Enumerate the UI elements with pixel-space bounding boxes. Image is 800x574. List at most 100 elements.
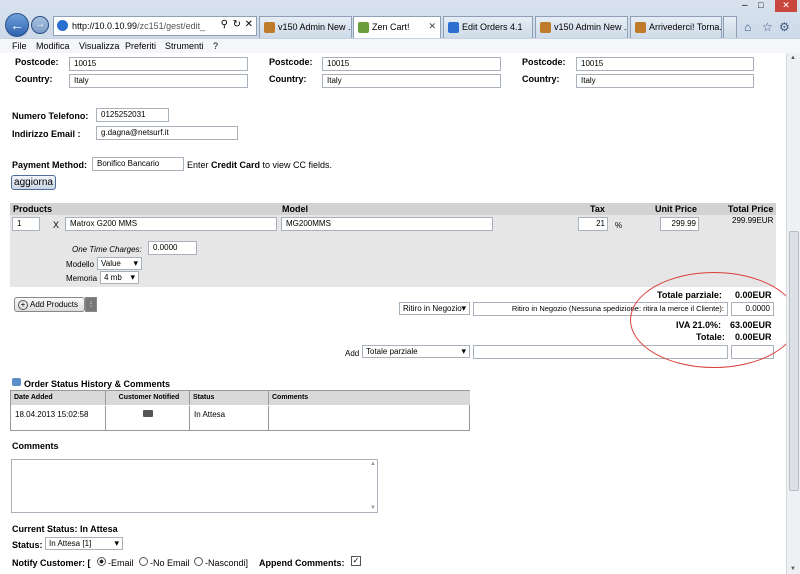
country-label-3: Country: xyxy=(522,74,560,84)
attr-memoria-select[interactable]: 4 mb xyxy=(100,271,139,284)
textarea-scroll-up-icon[interactable]: ▲ xyxy=(370,461,376,467)
postcode-field-2[interactable]: 10015 xyxy=(322,57,501,71)
history-cell-notified xyxy=(106,406,190,431)
page-scrollbar[interactable]: ▲ ▼ xyxy=(786,53,800,574)
email-radio[interactable] xyxy=(97,557,106,566)
tab-1[interactable]: v150 Admin New ... xyxy=(259,16,352,38)
menu-file[interactable]: File xyxy=(12,41,27,51)
comments-textarea[interactable]: ▲ ▼ xyxy=(11,459,378,513)
email-field[interactable]: g.dagna@netsurf.it xyxy=(96,126,238,140)
add-total-select[interactable]: Totale parziale xyxy=(362,345,470,358)
history-icon xyxy=(12,378,21,386)
history-title: Order Status History & Comments xyxy=(24,379,171,389)
tab-1-label: v150 Admin New ... xyxy=(278,22,352,32)
settings-gear-icon[interactable]: ⚙ xyxy=(779,20,790,34)
model-field[interactable]: MG200MMS xyxy=(281,217,493,231)
no-email-radio-label: -No Email xyxy=(150,558,190,568)
add-products-label: Add Products xyxy=(30,300,79,309)
scroll-up-icon[interactable]: ▲ xyxy=(790,55,796,61)
tab-5-icon xyxy=(635,22,646,33)
country-field-2[interactable]: Italy xyxy=(322,74,501,88)
tab-5-label: Arrivederci! Torna... xyxy=(649,22,722,32)
back-button[interactable]: ← xyxy=(5,13,29,37)
update-button[interactable]: aggiorna xyxy=(11,175,56,190)
highlight-ellipse xyxy=(630,272,786,368)
dropdown-toggle-icon[interactable]: ⋮ xyxy=(85,297,97,312)
postcode-field-1[interactable]: 10015 xyxy=(69,57,248,71)
country-label-2: Country: xyxy=(269,74,307,84)
refresh-icon[interactable]: ↻ xyxy=(233,19,241,30)
history-header-date: Date Added xyxy=(11,391,106,405)
tab-3[interactable]: Edit Orders 4.1 xyxy=(443,16,533,38)
attr-memoria-label: Memoria xyxy=(66,274,98,283)
country-field-3[interactable]: Italy xyxy=(576,74,754,88)
textarea-scroll-down-icon[interactable]: ▼ xyxy=(370,505,376,511)
maximize-icon[interactable]: □ xyxy=(758,0,763,10)
tab-5[interactable]: Arrivederci! Torna... xyxy=(630,16,722,38)
add-total-label: Add xyxy=(345,349,360,358)
scroll-down-icon[interactable]: ▼ xyxy=(790,566,796,572)
menu-visualizza[interactable]: Visualizza xyxy=(79,41,119,51)
menu-bar: File Modifica Visualizza Preferiti Strum… xyxy=(0,38,800,53)
products-header-label: Products xyxy=(13,204,53,214)
tab-1-icon xyxy=(264,22,275,33)
history-cell-comments xyxy=(269,406,470,431)
product-name-field[interactable]: Matrox G200 MMS xyxy=(65,217,277,231)
menu-modifica[interactable]: Modifica xyxy=(36,41,70,51)
close-tab-icon[interactable]: ✕ xyxy=(428,21,436,32)
total-price-value: 299.99EUR xyxy=(732,216,774,225)
tab-2-label: Zen Cart! xyxy=(372,22,410,32)
hide-radio[interactable] xyxy=(194,557,203,566)
unit-price-field[interactable]: 299.99 xyxy=(660,217,699,231)
country-field-1[interactable]: Italy xyxy=(69,74,248,88)
history-header-notified: Customer Notified xyxy=(106,391,190,405)
postcode-field-3[interactable]: 10015 xyxy=(576,57,754,71)
add-products-button[interactable]: + Add Products xyxy=(14,297,85,312)
cc-hint: Enter Credit Card to view CC fields. xyxy=(187,160,332,170)
new-tab[interactable] xyxy=(723,16,737,38)
menu-strumenti[interactable]: Strumenti xyxy=(165,41,204,51)
home-icon[interactable]: ⌂ xyxy=(744,20,751,34)
email-radio-label: -Email xyxy=(108,558,134,568)
cc-hint-post: to view CC fields. xyxy=(260,160,333,170)
search-icon[interactable]: ⚲ xyxy=(221,19,228,30)
no-email-radio[interactable] xyxy=(139,557,148,566)
menu-help[interactable]: ? xyxy=(213,41,218,51)
payment-method-field[interactable]: Bonifico Bancario xyxy=(92,157,184,171)
forward-button[interactable]: → xyxy=(31,16,49,34)
add-circle-icon: + xyxy=(18,300,28,310)
stop-icon[interactable]: ✕ xyxy=(245,19,253,30)
phone-field[interactable]: 0125252031 xyxy=(96,108,169,122)
attr-modello-select[interactable]: Value xyxy=(97,257,142,270)
times-sign: X xyxy=(53,220,60,230)
one-time-charges-field[interactable]: 0.0000 xyxy=(148,241,197,255)
scrollbar-thumb[interactable] xyxy=(789,231,799,491)
history-table: Date Added Customer Notified Status Comm… xyxy=(10,390,470,431)
address-path: /zc151/gest/edit_ xyxy=(137,21,206,31)
tab-4[interactable]: v150 Admin New ... xyxy=(535,16,628,38)
comments-label: Comments xyxy=(12,441,59,451)
minimize-icon[interactable]: – xyxy=(742,0,748,11)
menu-preferiti[interactable]: Preferiti xyxy=(125,41,156,51)
address-bar[interactable]: http://10.0.10.99/zc151/gest/edit_ ⚲ ↻ ✕ xyxy=(53,16,257,36)
cc-hint-bold: Credit Card xyxy=(211,160,261,170)
shipping-method-select[interactable]: Ritiro in Negozio xyxy=(399,302,470,315)
cc-hint-pre: Enter xyxy=(187,160,212,170)
close-window-icon[interactable]: ✕ xyxy=(775,0,797,12)
status-select[interactable]: In Attesa [1] xyxy=(45,537,123,550)
tax-field[interactable]: 21 xyxy=(578,217,608,231)
tab-3-icon xyxy=(448,22,459,33)
quantity-field[interactable]: 1 xyxy=(12,217,40,231)
one-time-charges-label: One Time Charges: xyxy=(72,245,142,254)
favorites-icon[interactable]: ☆ xyxy=(762,20,773,34)
tab-2[interactable]: Zen Cart! ✕ xyxy=(353,16,441,39)
tab-4-icon xyxy=(540,22,551,33)
hide-radio-label: -Nascondi] xyxy=(205,558,249,568)
append-comments-checkbox[interactable]: ✓ xyxy=(351,556,361,566)
page-icon xyxy=(57,20,68,31)
current-status-text: Current Status: In Attesa xyxy=(12,524,118,534)
attr-modello-label: Modello xyxy=(66,260,95,269)
postcode-label-1: Postcode: xyxy=(15,57,59,67)
email-label: Indirizzo Email : xyxy=(12,129,81,139)
history-header-status: Status xyxy=(190,391,269,405)
